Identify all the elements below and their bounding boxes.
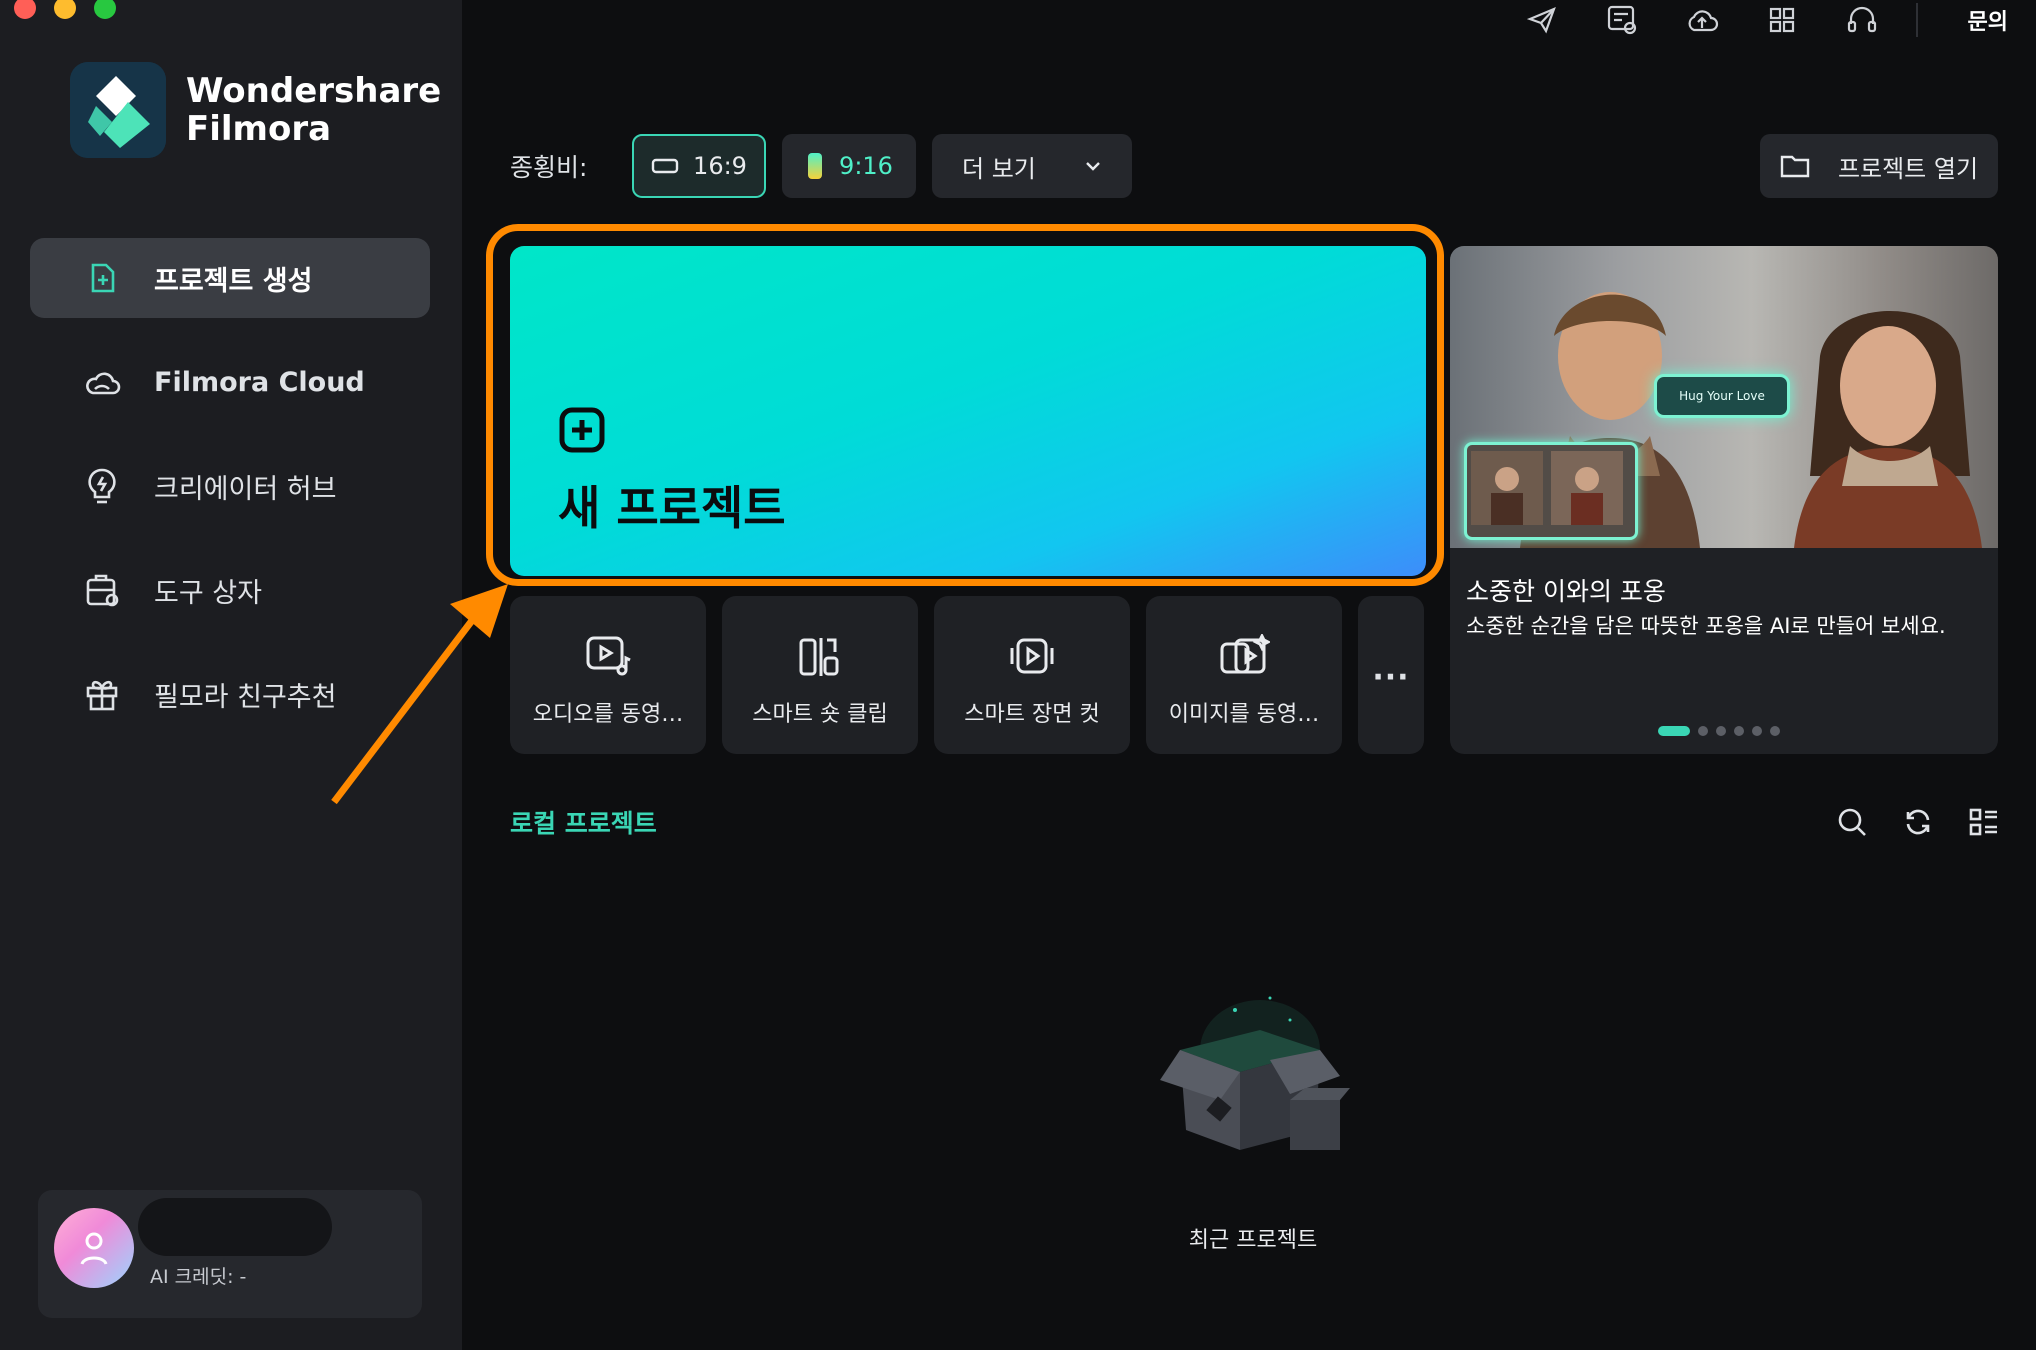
brand-line1: Wondershare: [186, 71, 442, 111]
send-icon[interactable]: [1524, 2, 1560, 38]
ai-credits: AI 크레딧: -: [150, 1266, 247, 1288]
banner-pagination: [1658, 726, 1780, 736]
minimize-window-button[interactable]: [54, 0, 76, 19]
smart-short-clip-icon: [799, 638, 839, 676]
more-ratios-dropdown[interactable]: 더 보기: [932, 134, 1132, 198]
portrait-ratio-icon: [808, 153, 823, 179]
open-project-label: 프로젝트 열기: [1837, 154, 1979, 183]
app-window: Wondershare Filmora 프로젝트 생성 Filmora Clou…: [0, 0, 2036, 1350]
gift-icon: [82, 674, 122, 714]
sidebar-item-label: 크리에이터 허브: [154, 473, 337, 505]
page-dot[interactable]: [1698, 726, 1708, 736]
aspect-9-16-label: 9:16: [839, 152, 893, 180]
filmora-logo-icon: [70, 62, 166, 158]
more-tools-button[interactable]: ···: [1358, 596, 1424, 754]
aspect-16-9-label: 16:9: [693, 152, 747, 180]
sidebar-item-label: 도구 상자: [154, 577, 262, 609]
aspect-ratio-label: 종횡비:: [510, 153, 588, 182]
landscape-ratio-icon: [651, 158, 679, 174]
brand-name: Wondershare Filmora: [186, 72, 441, 148]
annotation-arrow-icon: [331, 584, 508, 805]
sidebar-item-create-project[interactable]: 프로젝트 생성: [30, 238, 430, 318]
sidebar-item-label: Filmora Cloud: [154, 366, 365, 398]
banner-subtitle: 소중한 순간을 담은 따뜻한 포옹을 AI로 만들어 보세요.: [1466, 614, 1946, 638]
sidebar-item-filmora-cloud[interactable]: Filmora Cloud: [30, 342, 430, 422]
highlight-frame: [486, 224, 1444, 586]
toolbox-icon: [82, 570, 122, 610]
smart-scene-cut-tool[interactable]: 스마트 장면 컷: [934, 596, 1130, 754]
image-to-video-tool[interactable]: 이미지를 동영…: [1146, 596, 1342, 754]
refresh-icon[interactable]: [1902, 806, 1934, 838]
brand-line2: Filmora: [186, 109, 332, 149]
cloud-upload-icon[interactable]: [1684, 2, 1720, 38]
banner-title: 소중한 이와의 포옹: [1466, 577, 1666, 606]
account-panel[interactable]: AI 크레딧: -: [38, 1190, 422, 1318]
grid-icon[interactable]: [1764, 2, 1800, 38]
chevron-down-icon: [1086, 162, 1100, 171]
more-icon: ···: [1372, 660, 1410, 695]
person-illustration: [1794, 311, 1982, 548]
tool-label: 스마트 숏 클립: [752, 702, 888, 727]
tool-label: 스마트 장면 컷: [964, 702, 1100, 727]
empty-box-illustration: [1160, 996, 1350, 1150]
feedback-icon[interactable]: [1604, 2, 1640, 38]
headset-icon[interactable]: [1844, 2, 1880, 38]
tool-label: 오디오를 동영…: [532, 702, 684, 727]
top-toolbar: 문의: [1524, 0, 2036, 40]
audio-to-video-icon: [586, 636, 631, 676]
inquiry-button[interactable]: 문의: [1968, 4, 2008, 36]
recent-projects-label: 최근 프로젝트: [1188, 1228, 1318, 1253]
folder-icon: [1780, 155, 1810, 178]
toolbar-divider: [1915, 3, 1918, 37]
photo-thumbnails: [1464, 442, 1638, 540]
lightbulb-icon: [82, 466, 122, 506]
avatar[interactable]: [54, 1208, 134, 1288]
thumbnail-photos: [1471, 451, 1623, 525]
zoom-window-button[interactable]: [94, 0, 116, 19]
image-to-video-icon: [1220, 634, 1270, 674]
page-dot[interactable]: [1716, 726, 1726, 736]
search-icon[interactable]: [1836, 806, 1868, 838]
sidebar-item-creator-hub[interactable]: 크리에이터 허브: [30, 446, 430, 526]
list-view-icon[interactable]: [1968, 806, 2000, 838]
local-projects-title: 로컬 프로젝트: [510, 809, 657, 838]
more-ratios-label: 더 보기: [962, 154, 1036, 183]
add-file-icon: [82, 258, 122, 298]
local-projects-toolbar: [1836, 806, 2000, 838]
page-dot-active[interactable]: [1658, 726, 1690, 736]
close-window-button[interactable]: [14, 0, 36, 19]
sidebar-item-label: 필모라 친구추천: [154, 681, 337, 713]
page-dot[interactable]: [1734, 726, 1744, 736]
aspect-9-16-button[interactable]: 9:16: [782, 134, 916, 198]
hug-your-love-tag: Hug Your Love: [1654, 374, 1790, 418]
promo-banner[interactable]: Hug Your Love 소중한 이와의 포옹 소중한 순간을 담은 따뜻한 …: [1450, 246, 1998, 754]
banner-image: Hug Your Love: [1450, 246, 1998, 548]
page-dot[interactable]: [1770, 726, 1780, 736]
smart-scene-cut-icon: [1010, 638, 1054, 674]
tool-label: 이미지를 동영…: [1168, 702, 1320, 727]
app-logo: Wondershare Filmora: [70, 62, 441, 158]
sidebar-item-label: 프로젝트 생성: [154, 265, 313, 297]
username-redacted: [138, 1198, 332, 1256]
audio-to-video-tool[interactable]: 오디오를 동영…: [510, 596, 706, 754]
page-dot[interactable]: [1752, 726, 1762, 736]
open-project-button[interactable]: 프로젝트 열기: [1760, 134, 1998, 198]
smart-short-clip-tool[interactable]: 스마트 숏 클립: [722, 596, 918, 754]
cloud-icon: [82, 362, 122, 402]
window-controls: [14, 0, 116, 19]
aspect-16-9-button[interactable]: 16:9: [632, 134, 766, 198]
